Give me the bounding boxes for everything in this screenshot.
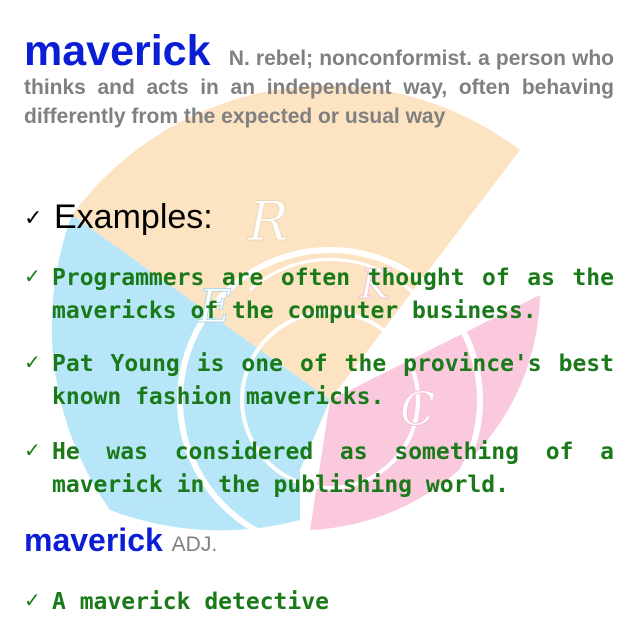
headword: maverick <box>24 27 211 75</box>
checkmark-icon: ✓ <box>24 350 41 374</box>
examples-heading-row: ✓ Examples: <box>24 198 614 238</box>
vocabulary-card: R E K C maverick N. rebel; nonconformist… <box>0 0 640 640</box>
example-text: He was considered as something of a mave… <box>52 439 614 498</box>
definition-block: maverick N. rebel; nonconformist. a pers… <box>24 30 614 131</box>
part-of-speech-adjective: ADJ. <box>171 533 218 556</box>
checkmark-icon: ✓ <box>24 264 41 288</box>
headword-adjective-row: maverick ADJ. <box>24 522 217 559</box>
checkmark-icon: ✓ <box>24 438 41 462</box>
headword-adjective: maverick <box>24 522 163 558</box>
example-text: A maverick detective <box>52 589 329 615</box>
example-text: Programmers are often thought of as the … <box>52 265 614 324</box>
example-sentence: ✓ He was considered as something of a ma… <box>24 436 614 502</box>
card-content: maverick N. rebel; nonconformist. a pers… <box>0 0 640 640</box>
examples-heading: Examples: <box>54 198 213 236</box>
example-sentence: ✓ Pat Young is one of the province's bes… <box>24 348 614 414</box>
checkmark-icon: ✓ <box>24 588 41 612</box>
example-text: Pat Young is one of the province's best … <box>52 351 614 410</box>
part-of-speech: N. <box>228 47 250 70</box>
example-sentence-adjective: ✓ A maverick detective <box>24 586 614 619</box>
checkmark-icon: ✓ <box>24 206 43 231</box>
example-sentence: ✓ Programmers are often thought of as th… <box>24 262 614 328</box>
